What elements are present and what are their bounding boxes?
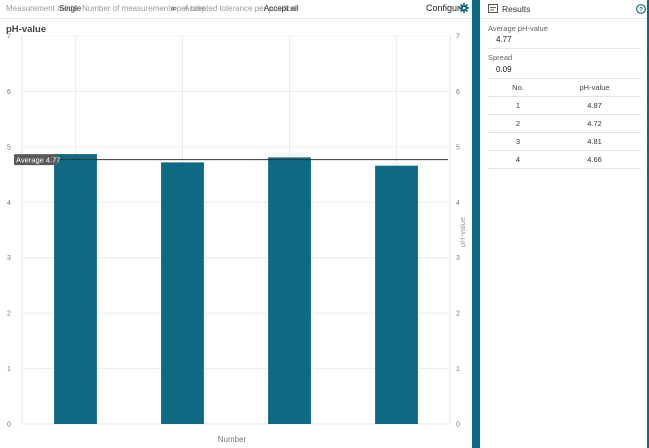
help-icon[interactable]: ? [636, 4, 646, 14]
y-tick-label-right: 2 [456, 311, 460, 318]
average-label: Average 4.77 [16, 156, 60, 165]
row-ph-value: 4.87 [548, 96, 641, 115]
table-row: 2 4.72 [488, 114, 641, 133]
bar-4 [375, 165, 418, 424]
x-axis-label: Number [218, 435, 247, 444]
y-tick-label-left: 1 [7, 366, 11, 373]
divider-line [488, 48, 641, 49]
table-row: 4 4.66 [488, 150, 641, 169]
spread-value: 0.09 [496, 65, 512, 74]
y-tick-label-left: 3 [7, 255, 11, 262]
y-tick-label-left: 6 [7, 89, 11, 96]
row-ph-value: 4.72 [548, 114, 641, 133]
average-value: 4.77 [496, 35, 512, 44]
column-header-ph-value: pH-value [548, 78, 641, 97]
y-tick-label-right: 1 [456, 366, 460, 373]
results-table: No. pH-value 1 4.87 2 4.72 3 4.81 4 4.66 [488, 78, 641, 169]
chart-panel: Measurement mode Single Number of measur… [0, 0, 472, 448]
average-label: Average pH-value [488, 24, 548, 33]
results-title: Results [502, 4, 531, 14]
y-tick-label-right: 5 [456, 144, 460, 151]
bar-3 [268, 157, 311, 425]
y-axis-label: pH-value [458, 217, 467, 247]
y-tick-label-right: 0 [456, 422, 460, 429]
panel-divider[interactable] [472, 0, 480, 448]
row-number: 1 [488, 96, 548, 115]
row-ph-value: 4.81 [548, 132, 641, 151]
bar-2 [161, 162, 204, 424]
table-row: 3 4.81 [488, 132, 641, 151]
row-number: 4 [488, 150, 548, 169]
y-tick-label-right: 7 [456, 34, 460, 41]
y-tick-label-left: 0 [7, 422, 11, 429]
y-tick-label-left: 7 [7, 34, 11, 41]
column-header-number: No. [488, 78, 548, 97]
app-window: Measurement mode Single Number of measur… [0, 0, 649, 448]
row-number: 3 [488, 132, 548, 151]
y-tick-label-right: 3 [456, 255, 460, 262]
y-tick-label-right: 6 [456, 89, 460, 96]
results-panel: Results ? Average pH-value 4.77 Spread 0… [480, 0, 649, 448]
bar-1 [54, 154, 97, 424]
table-row: 1 4.87 [488, 96, 641, 115]
y-tick-label-right: 4 [456, 200, 460, 207]
y-tick-label-left: 5 [7, 144, 11, 151]
y-tick-label-left: 2 [7, 311, 11, 318]
row-ph-value: 4.66 [548, 150, 641, 169]
row-number: 2 [488, 114, 548, 133]
table-header-row: No. pH-value [488, 78, 641, 97]
results-icon [488, 4, 498, 13]
svg-text:?: ? [639, 6, 643, 13]
results-header: Results ? [480, 0, 647, 19]
spread-label: Spread [488, 53, 513, 62]
y-tick-label-left: 4 [7, 200, 11, 207]
ph-bar-chart: 0 0 1 1 2 2 3 3 4 4 5 5 6 6 7 7 Average 4.77 Number pH-val… [7, 34, 467, 445]
